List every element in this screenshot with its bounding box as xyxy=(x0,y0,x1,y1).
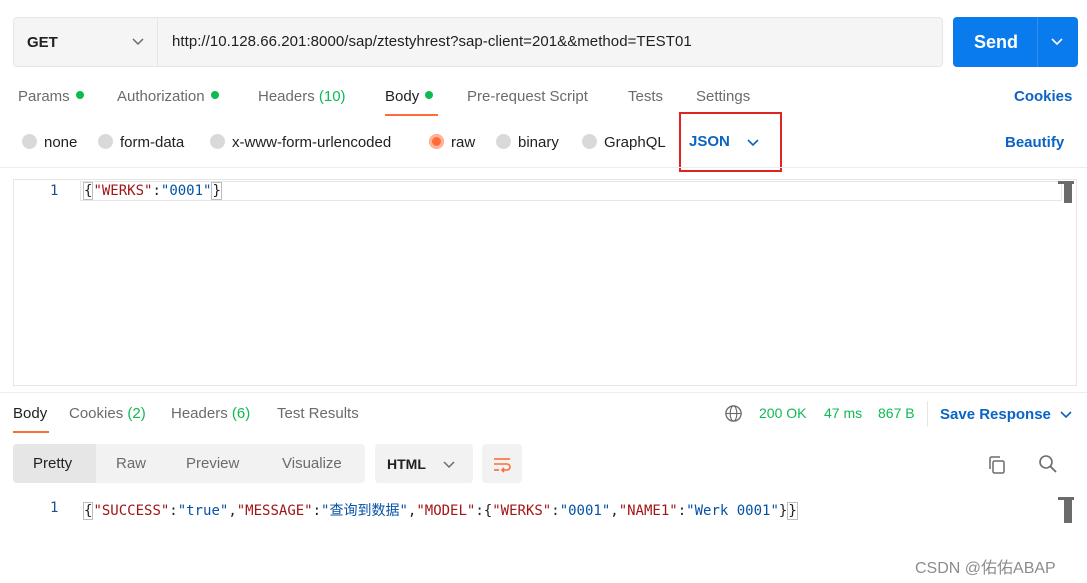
status-code[interactable]: 200 OK xyxy=(759,405,806,421)
active-dot xyxy=(75,91,84,99)
line-number: 1 xyxy=(50,183,59,199)
response-tab-test-results[interactable]: Test Results xyxy=(277,405,359,422)
chevron-down-icon xyxy=(443,461,455,469)
view-preview[interactable]: Preview xyxy=(186,455,239,472)
radio-none[interactable]: none xyxy=(22,134,77,151)
divider xyxy=(927,401,928,427)
radio-circle xyxy=(98,134,113,149)
request-body-editor[interactable] xyxy=(13,179,1077,386)
response-time[interactable]: 47 ms xyxy=(824,405,862,421)
radio-x-www-form-urlencoded[interactable]: x-www-form-urlencoded xyxy=(210,134,391,151)
response-tab-cookies[interactable]: Cookies (2) xyxy=(69,405,146,422)
send-label: Send xyxy=(974,32,1019,52)
response-scrollbar-thumb[interactable] xyxy=(1064,497,1072,523)
send-divider xyxy=(1037,17,1038,67)
chevron-down-icon xyxy=(132,38,144,46)
view-pretty[interactable]: Pretty xyxy=(33,455,72,472)
tab-params[interactable]: Params xyxy=(18,88,84,105)
radio-circle xyxy=(22,134,37,149)
url-text: http://10.128.66.201:8000/sap/ztestyhres… xyxy=(172,33,692,50)
radio-raw[interactable]: raw xyxy=(429,134,475,151)
watermark: CSDN @佑佑ABAP xyxy=(915,560,1056,577)
chevron-down-icon[interactable] xyxy=(1058,406,1074,422)
radio-circle xyxy=(210,134,225,149)
active-line-highlight xyxy=(80,181,1062,201)
chevron-down-icon[interactable] xyxy=(1049,33,1065,49)
tab-tests[interactable]: Tests xyxy=(628,88,663,105)
active-tab-underline xyxy=(13,431,49,433)
radio-graphql[interactable]: GraphQL xyxy=(582,134,666,151)
method-label: GET xyxy=(27,34,58,51)
globe-icon[interactable] xyxy=(724,404,743,423)
radio-circle-selected xyxy=(429,134,444,149)
tab-authorization[interactable]: Authorization xyxy=(117,88,219,105)
active-tab-underline xyxy=(385,114,438,116)
tab-pre-request-script[interactable]: Pre-request Script xyxy=(467,88,588,105)
copy-icon[interactable] xyxy=(986,454,1008,476)
divider xyxy=(0,167,1087,168)
search-icon[interactable] xyxy=(1037,453,1059,475)
response-tab-body[interactable]: Body xyxy=(13,405,47,422)
active-dot xyxy=(425,91,434,99)
view-visualize[interactable]: Visualize xyxy=(282,455,342,472)
beautify-button[interactable]: Beautify xyxy=(1005,134,1064,151)
headers-count: (10) xyxy=(318,88,346,105)
radio-form-data[interactable]: form-data xyxy=(98,134,184,151)
request-body-code: {"WERKS":"0001"} xyxy=(83,182,222,200)
editor-scrollbar-thumb[interactable] xyxy=(1064,181,1072,203)
response-body-code[interactable]: {"SUCCESS":"true","MESSAGE":"查询到数据","MOD… xyxy=(83,500,798,520)
response-tab-headers[interactable]: Headers (6) xyxy=(171,405,250,422)
active-dot xyxy=(210,91,219,99)
radio-circle xyxy=(496,134,511,149)
tab-body[interactable]: Body xyxy=(385,88,434,105)
tab-settings[interactable]: Settings xyxy=(696,88,750,105)
wrap-lines-icon xyxy=(494,458,511,473)
radio-binary[interactable]: binary xyxy=(496,134,559,151)
cookies-link[interactable]: Cookies xyxy=(1014,88,1072,105)
save-response-button[interactable]: Save Response xyxy=(940,406,1051,423)
response-size[interactable]: 867 B xyxy=(878,405,915,421)
view-raw[interactable]: Raw xyxy=(116,455,146,472)
radio-circle xyxy=(582,134,597,149)
tab-headers[interactable]: Headers (10) xyxy=(258,88,346,105)
line-number: 1 xyxy=(50,500,59,516)
annotation-highlight-box xyxy=(679,112,782,172)
response-format-label: HTML xyxy=(387,456,426,472)
divider xyxy=(0,392,1087,393)
